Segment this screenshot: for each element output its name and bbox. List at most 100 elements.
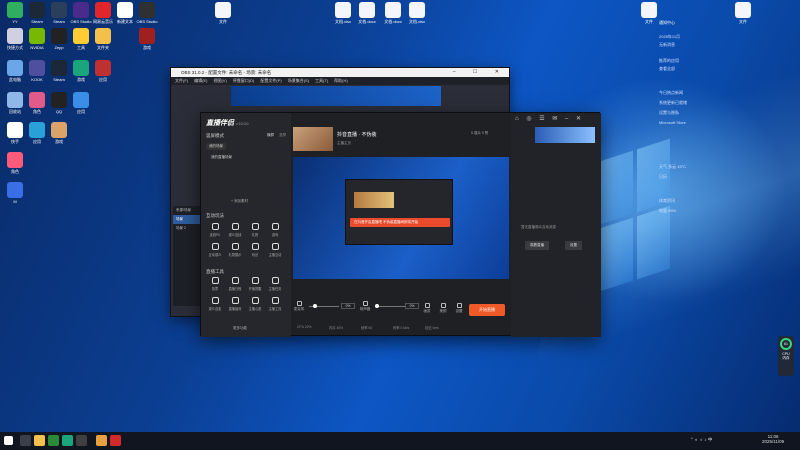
window-controls[interactable]: – ☐ ✕ (453, 68, 507, 77)
tool-button[interactable]: 玩法 (246, 243, 264, 257)
obs-taskbar-icon[interactable] (76, 435, 87, 446)
notification-text[interactable]: 体育资讯 (659, 198, 675, 204)
mic-icon[interactable]: 麦克风 (291, 301, 307, 312)
preview-stage[interactable]: 在抖音开启直播吧 不伪装直播间即将开始 (293, 157, 509, 279)
menu-item[interactable]: 配置文件(P) (260, 78, 281, 83)
app-icon (51, 60, 67, 76)
app-icon (73, 60, 89, 76)
file-explorer-icon[interactable] (34, 435, 45, 446)
tool-label: 游戏 (271, 233, 279, 237)
notification-text[interactable]: 今日热点新闻 (659, 90, 683, 96)
live-helper-window[interactable]: 直播伴侣 v 10.0.0 竖屏模式 横屏 竖屏 我的场景 我的直播场景 + 添加… (200, 112, 601, 337)
tool-button[interactable]: 主播心愿 (246, 297, 264, 311)
desktop-icon[interactable]: 应用 (90, 60, 116, 82)
desktop-icon[interactable]: OBS Studio (134, 2, 160, 24)
menu-item[interactable]: 工具(T) (315, 78, 328, 83)
scene-item[interactable]: 我的直播场景 (211, 155, 232, 160)
desktop-icon[interactable]: 应用 (68, 92, 94, 114)
add-material-button[interactable]: + 添加素材 (231, 199, 248, 204)
start-live-button[interactable]: 开始直播 (469, 304, 505, 316)
tool-button[interactable]: 互动观众 (206, 243, 224, 257)
desktop-file-icon[interactable]: 文件 (210, 2, 236, 24)
notification-text[interactable]: 电量 95% (659, 208, 676, 214)
app-icon[interactable] (62, 435, 73, 446)
notification-text[interactable]: 系统更新已就绪 (659, 100, 687, 106)
settings-button[interactable]: 设置 (565, 241, 582, 250)
obs-titlebar[interactable]: OBS 31.0.2 - 配置文件: 未命名 - 场景: 未命名 – ☐ ✕ (171, 68, 509, 77)
mode-tab[interactable]: 竖屏 (279, 133, 286, 138)
notification-text[interactable]: 无新消息 (659, 42, 675, 48)
menu-item[interactable]: 帮助(H) (334, 78, 348, 83)
search-icon[interactable] (20, 435, 31, 446)
quality-button[interactable]: 画质 (419, 303, 435, 314)
watch-button[interactable]: 观看直播 (525, 241, 549, 250)
tool-button[interactable]: 主播任务 (266, 277, 284, 291)
mic-slider[interactable] (309, 304, 339, 308)
notification-text[interactable]: Microsoft Store (659, 120, 686, 125)
desktop-icon-label: 应用 (99, 77, 107, 82)
obs-menu-bar[interactable]: 文件(F) 编辑(E) 视图(V) 停靠窗口(D) 配置文件(P) 场景集合(S) 工具(T… (171, 77, 509, 85)
desktop-icon[interactable]: 游戏 (134, 28, 160, 50)
tool-label: 投票 (211, 287, 219, 291)
clock[interactable]: 11:06 2025/11/09 (762, 434, 784, 444)
room-label[interactable]: 主播主页 (337, 141, 351, 146)
tool-button[interactable]: 直播福利 (226, 297, 244, 311)
desktop-file-icon[interactable]: 文档.docx (354, 2, 380, 24)
mode-label[interactable]: 竖屏模式 (206, 133, 224, 139)
menu-item[interactable]: 停靠窗口(D) (233, 78, 255, 83)
app-icon[interactable] (48, 435, 59, 446)
tool-button[interactable]: 连线PK (206, 223, 224, 237)
menu-item[interactable]: 文件(F) (175, 78, 188, 83)
tool-button[interactable]: 直播日程 (226, 277, 244, 291)
notification-text[interactable]: 查看全部 (659, 66, 675, 72)
tool-button[interactable]: 投票 (206, 277, 224, 291)
app-icon (51, 2, 67, 18)
app-icon[interactable] (96, 435, 107, 446)
mic-pct: 0% (341, 303, 355, 309)
notification-text[interactable]: 天气 多云 15°C (659, 164, 686, 170)
tool-button[interactable]: 观众连麦 (206, 297, 224, 311)
desktop-icon[interactable]: 游戏 (46, 122, 72, 144)
top-icons[interactable]: ⌂ ◎ ☰ ✉ – ✕ (515, 115, 584, 122)
tool-button[interactable]: 观众连线 (226, 223, 244, 237)
notification-text[interactable]: 通知中心 (659, 20, 675, 26)
performance-widget[interactable]: 61 CPU 内存 (778, 336, 794, 376)
menu-item[interactable]: 视图(V) (213, 78, 226, 83)
desktop-file-icon[interactable]: 文档.xlsx (330, 2, 356, 24)
app-icon (29, 92, 45, 108)
nested-preview: 在抖音开启直播吧 不伪装直播间即将开始 (345, 179, 453, 245)
tool-button[interactable]: 礼物 (246, 223, 264, 237)
desktop-file-icon[interactable]: 文档.docx (380, 2, 406, 24)
notification-text[interactable]: 日历 (659, 174, 667, 180)
notification-text[interactable]: 设置与隐私 (659, 110, 679, 116)
tool-button[interactable]: 主播互动 (266, 243, 284, 257)
notice-banner[interactable]: 在抖音开启直播吧 不伪装直播间即将开始 (350, 218, 450, 227)
desktop-file-icon[interactable]: 文档.xlsx (404, 2, 430, 24)
beauty-button[interactable]: 美颜 (435, 303, 451, 314)
menu-item[interactable]: 编辑(E) (194, 78, 207, 83)
menu-item[interactable]: 场景集合(S) (288, 78, 309, 83)
more-features-button[interactable]: 更多功能 (233, 326, 247, 331)
tool-button[interactable]: 礼物展示 (226, 243, 244, 257)
app-icon (139, 28, 155, 44)
notification-panel[interactable]: 通知中心 2025年11月 无新消息推荐的应用查看全部今日热点新闻 系统更新已就绪 设置… (655, 14, 795, 234)
tool-button[interactable]: 主播工具 (266, 297, 284, 311)
live-helper-taskbar-icon[interactable] (110, 435, 121, 446)
notification-text[interactable]: 推荐的应用 (659, 58, 679, 64)
desktop-icon[interactable]: 角色 (2, 152, 28, 174)
tool-button[interactable]: 开播提醒 (246, 277, 264, 291)
speaker-slider[interactable] (375, 304, 405, 308)
mode-tab[interactable]: 横屏 (267, 133, 274, 138)
start-button[interactable] (4, 436, 13, 445)
notification-text[interactable]: 2025年11月 (659, 34, 680, 40)
tray-icons[interactable]: ⌃ ◐ ☼ ♪ 中 (690, 437, 712, 443)
tools-title: 直播工具 (206, 269, 224, 274)
desktop-icon[interactable]: M (2, 182, 28, 204)
ad-banner[interactable] (535, 127, 595, 143)
nested-image (354, 192, 394, 208)
scene-tab[interactable]: 我的场景 (206, 143, 226, 150)
desktop-icon[interactable]: 文件夹 (90, 28, 116, 50)
speaker-icon[interactable]: 扬声器 (357, 301, 373, 312)
settings-button[interactable]: 设置 (451, 303, 467, 314)
tool-button[interactable]: 游戏 (266, 223, 284, 237)
